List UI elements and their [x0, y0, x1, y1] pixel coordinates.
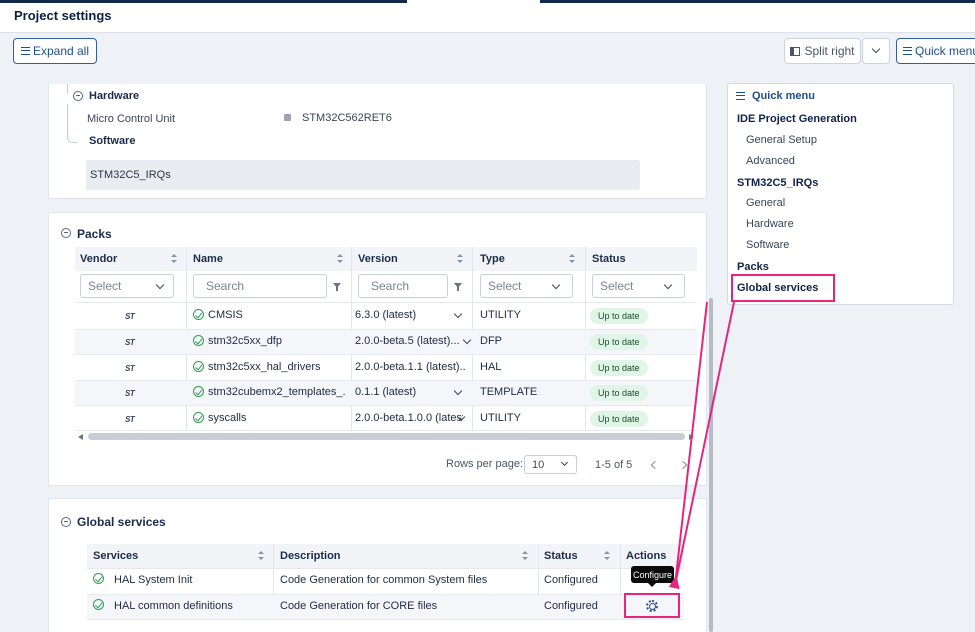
annotation-arrow — [668, 301, 735, 590]
